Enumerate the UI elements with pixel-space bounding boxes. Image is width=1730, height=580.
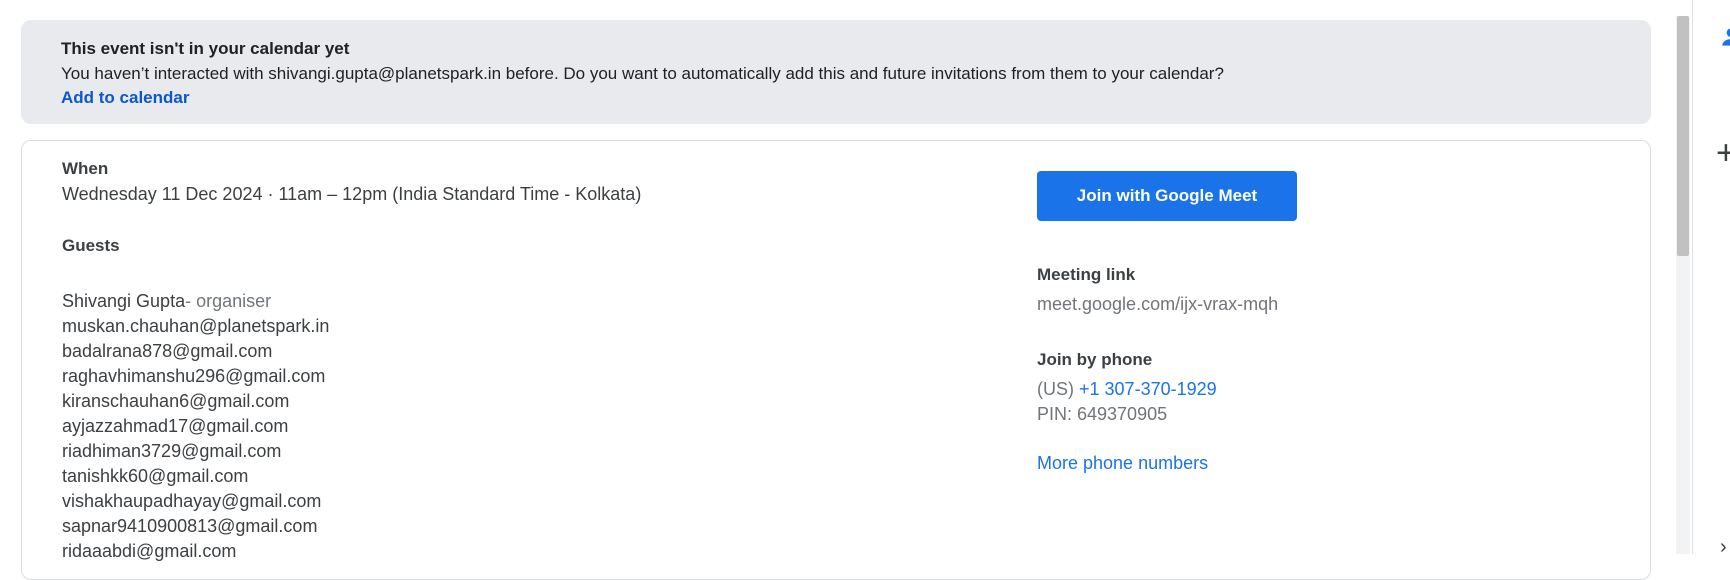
organiser-name: Shivangi Gupta <box>62 291 186 311</box>
guest-item: badalrana878@gmail.com <box>62 341 273 361</box>
guest-organiser: Shivangi Gupta- organiser <box>62 289 329 314</box>
chevron-right-icon[interactable]: › <box>1720 536 1727 559</box>
guest-list: Shivangi Gupta- organiser muskan.chauhan… <box>62 289 329 564</box>
banner-title: This event isn't in your calendar yet <box>61 39 350 58</box>
person-icon[interactable] <box>1718 24 1730 57</box>
guests-label: Guests <box>62 236 120 255</box>
calendar-banner: This event isn't in your calendar yet Yo… <box>21 20 1651 124</box>
when-label: When <box>62 159 109 178</box>
guest-item: tanishkk60@gmail.com <box>62 466 249 486</box>
join-by-phone-label: Join by phone <box>1037 350 1153 369</box>
phone-country: (US) <box>1037 379 1074 399</box>
guest-item: vishakhaupadhayay@gmail.com <box>62 491 322 511</box>
event-details-card: When Wednesday 11 Dec 2024 · 11am – 12pm… <box>21 140 1651 580</box>
guest-item: muskan.chauhan@planetspark.in <box>62 316 330 336</box>
organiser-suffix: - organiser <box>185 291 272 311</box>
guest-item: sapnar9410900813@gmail.com <box>62 516 318 536</box>
phone-number-link[interactable]: +1 307-370-1929 <box>1079 379 1217 399</box>
meeting-link-label: Meeting link <box>1037 265 1136 284</box>
more-phone-numbers-link[interactable]: More phone numbers <box>1037 453 1208 474</box>
phone-pin: PIN: 649370905 <box>1037 404 1168 424</box>
guest-item: kiranschauhan6@gmail.com <box>62 391 290 411</box>
scrollbar-thumb[interactable] <box>1677 16 1689 256</box>
join-google-meet-button[interactable]: Join with Google Meet <box>1037 171 1297 221</box>
guest-item: riadhiman3729@gmail.com <box>62 441 282 461</box>
guest-item: ayjazzahmad17@gmail.com <box>62 416 289 436</box>
guest-item: raghavhimanshu296@gmail.com <box>62 366 326 386</box>
when-value: Wednesday 11 Dec 2024 · 11am – 12pm (Ind… <box>62 184 642 204</box>
add-icon[interactable]: + <box>1716 136 1730 170</box>
banner-description: You haven’t interacted with shivangi.gup… <box>61 64 1224 83</box>
meeting-link-value[interactable]: meet.google.com/ijx-vrax-mqh <box>1037 294 1278 315</box>
phone-line: (US) +1 307-370-1929 <box>1037 379 1217 400</box>
add-to-calendar-link[interactable]: Add to calendar <box>61 87 189 109</box>
guest-item: ridaaabdi@gmail.com <box>62 541 237 561</box>
side-rail <box>1692 0 1730 554</box>
